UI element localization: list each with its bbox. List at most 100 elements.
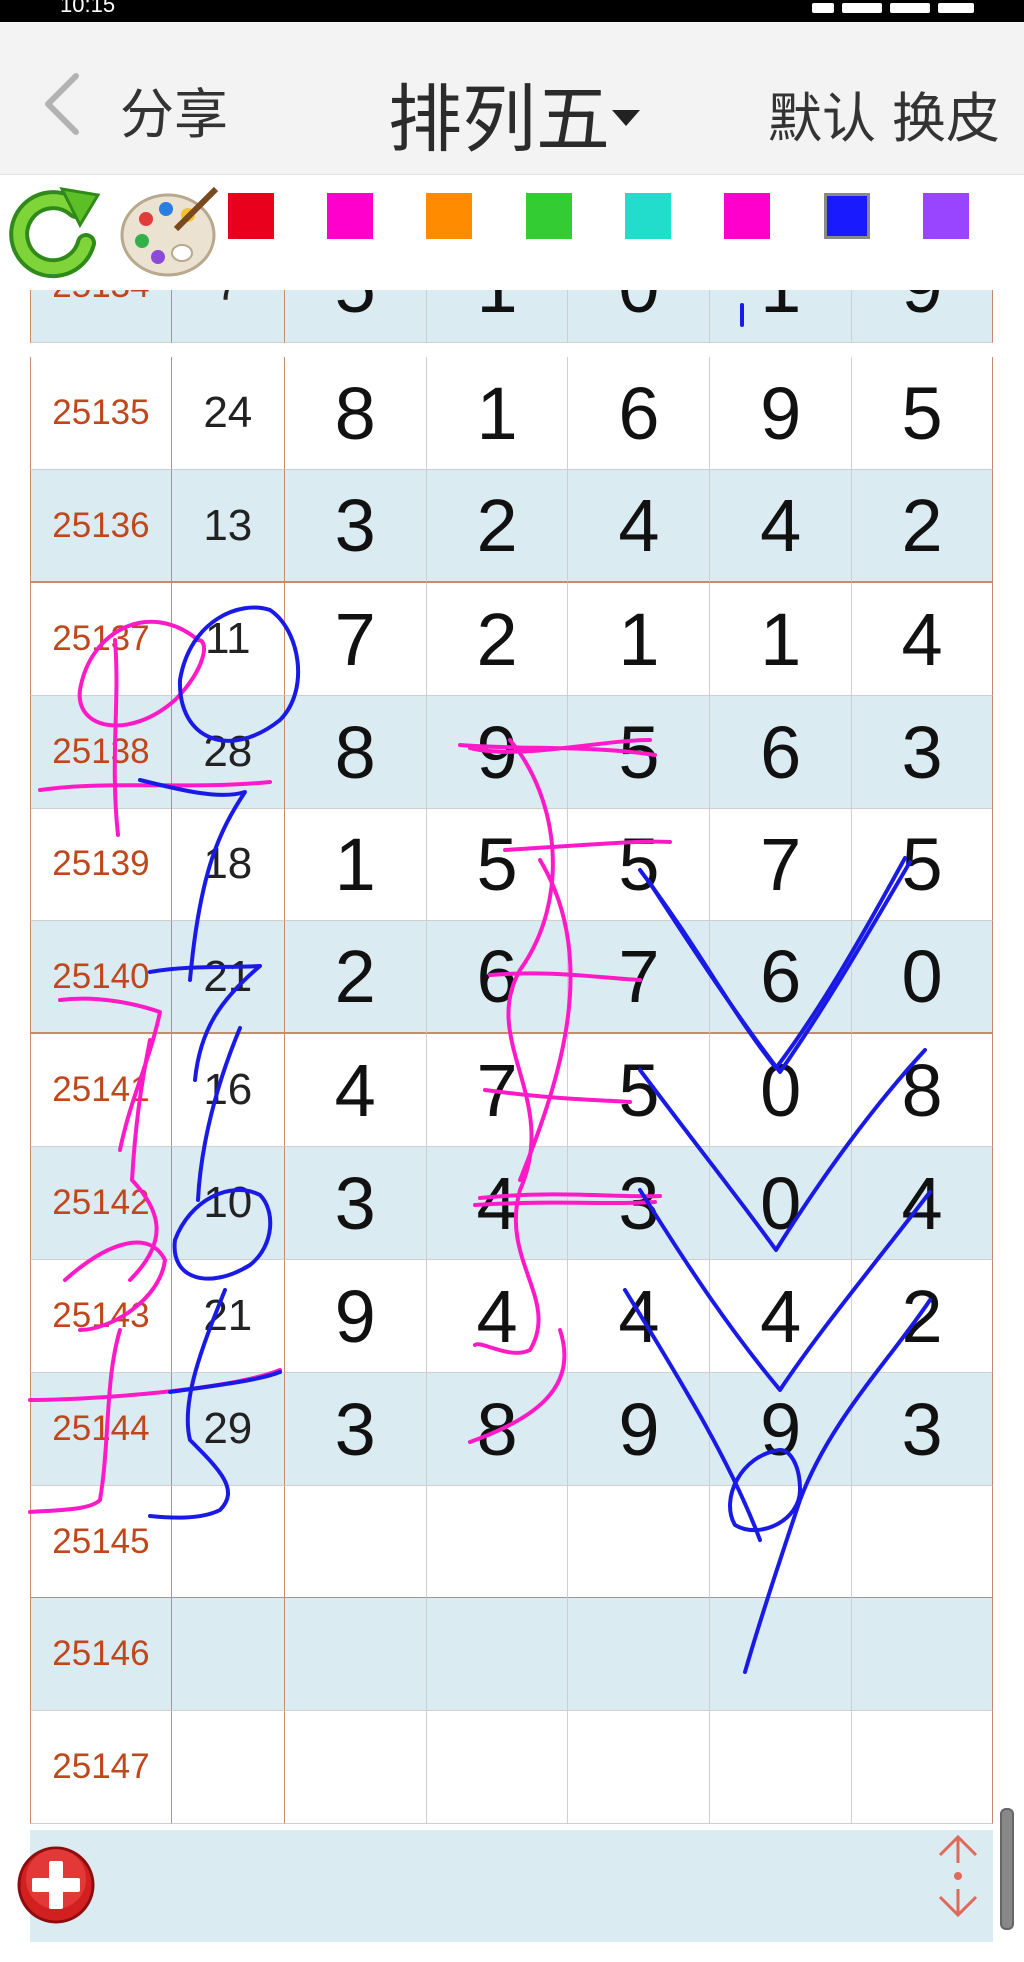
digit-cell: 7 (710, 808, 853, 921)
digit-sum (171, 1486, 285, 1599)
digit-cell: 9 (852, 290, 993, 343)
add-icon[interactable] (16, 1845, 96, 1925)
digit-cell: 5 (568, 808, 711, 921)
table-row: 25142 10 3 4 3 0 4 (30, 1147, 993, 1260)
table-row: 25143 21 9 4 4 4 2 (30, 1260, 993, 1373)
table-row: 25135 24 8 1 6 9 5 (30, 357, 993, 470)
digit-cell (852, 1486, 993, 1599)
table-row: 25146 (30, 1598, 993, 1711)
color-swatch[interactable] (327, 193, 373, 239)
change-skin-button[interactable]: 换皮 (892, 74, 1000, 153)
color-swatch[interactable] (625, 193, 671, 239)
issue-number: 25137 (30, 583, 172, 696)
digit-sum: 18 (171, 808, 285, 921)
digit-cell: 5 (852, 808, 993, 921)
page-title[interactable]: 排列五 (388, 60, 610, 167)
digit-cell: 1 (426, 290, 569, 343)
digit-cell: 7 (284, 583, 427, 696)
issue-number: 25144 (30, 1373, 172, 1486)
status-bar: 10:15 (0, 0, 1024, 22)
digit-cell (426, 1598, 569, 1711)
digit-sum: 7 (171, 290, 285, 343)
digit-cell: 1 (710, 290, 853, 343)
digit-cell (852, 1711, 993, 1824)
color-swatch[interactable] (824, 193, 870, 239)
digit-cell: 1 (284, 808, 427, 921)
digit-cell: 9 (710, 1373, 853, 1486)
scrollbar[interactable] (1000, 1808, 1014, 1930)
digit-cell: 2 (284, 921, 427, 1034)
digit-cell: 2 (852, 470, 993, 583)
table-row: 25141 16 4 7 5 0 8 (30, 1034, 993, 1147)
color-swatch[interactable] (526, 193, 572, 239)
digit-cell: 0 (568, 290, 711, 343)
digit-cell: 4 (710, 1260, 853, 1373)
lottery-table: 2513475101925135248169525136133244225137… (30, 290, 993, 1830)
digit-cell: 9 (284, 1260, 427, 1373)
digit-cell: 5 (426, 808, 569, 921)
table-row: 25134751019 (30, 290, 993, 343)
status-icons (804, 0, 984, 16)
issue-number: 25143 (30, 1260, 172, 1373)
digit-cell (568, 1598, 711, 1711)
issue-number: 25145 (30, 1486, 172, 1599)
table-row: 25137 11 7 2 1 1 4 (30, 583, 993, 696)
digit-cell: 2 (852, 1260, 993, 1373)
refresh-icon[interactable] (6, 185, 102, 281)
digit-cell: 6 (426, 921, 569, 1034)
digit-cell (710, 1486, 853, 1599)
default-skin-button[interactable]: 默认 (768, 74, 876, 153)
digit-cell: 9 (426, 696, 569, 809)
digit-cell: 3 (852, 1373, 993, 1486)
digit-cell: 7 (568, 921, 711, 1034)
digit-cell: 3 (852, 696, 993, 809)
color-swatch[interactable] (923, 193, 969, 239)
issue-number: 25140 (30, 921, 172, 1034)
title-dropdown-caret-icon[interactable] (612, 110, 640, 126)
digit-cell: 1 (568, 583, 711, 696)
drawing-toolbar (0, 175, 1024, 290)
share-link[interactable]: 分享 (120, 70, 228, 149)
color-swatch[interactable] (228, 193, 274, 239)
digit-cell: 3 (284, 470, 427, 583)
digit-cell (284, 1711, 427, 1824)
digit-cell (710, 1598, 853, 1711)
digit-cell (284, 1598, 427, 1711)
digit-cell (852, 1598, 993, 1711)
digit-cell: 4 (284, 1034, 427, 1147)
digit-cell: 3 (284, 1147, 427, 1260)
issue-number: 25138 (30, 696, 172, 809)
digit-sum: 29 (171, 1373, 285, 1486)
digit-cell: 8 (284, 357, 427, 470)
issue-number: 25146 (30, 1598, 172, 1711)
digit-cell: 8 (284, 696, 427, 809)
digit-sum (171, 1598, 285, 1711)
digit-cell: 2 (426, 470, 569, 583)
color-swatch[interactable] (426, 193, 472, 239)
back-chevron-icon[interactable] (42, 72, 82, 136)
scroll-arrows-icon[interactable] (932, 1833, 984, 1919)
palette-icon[interactable] (116, 183, 220, 281)
digit-cell: 6 (568, 357, 711, 470)
color-swatch[interactable] (724, 193, 770, 239)
digit-cell: 4 (852, 1147, 993, 1260)
digit-sum: 16 (171, 1034, 285, 1147)
table-row: 25140 21 2 6 7 6 0 (30, 921, 993, 1034)
issue-number: 25147 (30, 1711, 172, 1824)
digit-cell: 3 (284, 1373, 427, 1486)
table-row: 25144 29 3 8 9 9 3 (30, 1373, 993, 1486)
digit-sum: 24 (171, 357, 285, 470)
digit-cell: 8 (852, 1034, 993, 1147)
issue-number: 25135 (30, 357, 172, 470)
digit-cell (426, 1711, 569, 1824)
digit-cell: 2 (426, 583, 569, 696)
digit-cell (710, 1711, 853, 1824)
digit-sum: 21 (171, 921, 285, 1034)
digit-cell: 1 (710, 583, 853, 696)
digit-cell (568, 1711, 711, 1824)
digit-cell: 0 (710, 1147, 853, 1260)
digit-sum: 10 (171, 1147, 285, 1260)
digit-sum: 11 (171, 583, 285, 696)
bottom-bar (30, 1830, 993, 1942)
digit-cell: 5 (852, 357, 993, 470)
